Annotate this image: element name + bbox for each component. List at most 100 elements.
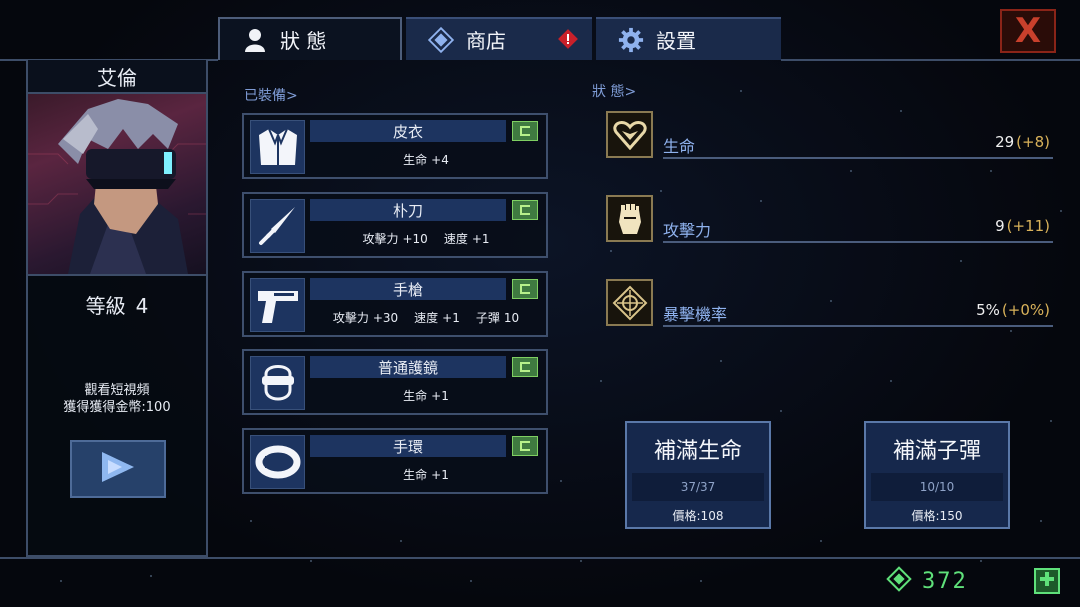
tab-shop-label: 商店 [466,29,506,53]
item-stat: 速度 +1 [444,230,490,247]
gem-icon [886,566,912,596]
status-name: 生命 [663,137,696,156]
refill-health-title: 補滿生命 [653,439,742,464]
item-stat-value: +30 [372,311,399,325]
item-stat: 生命 +4 [403,151,449,168]
item-stats: 生命 +1 [306,387,546,404]
item-stat-label: 攻擊力 [362,232,399,246]
refill-health-count: 37/37 [632,473,764,501]
tab-status-label: 狀 態 [280,29,327,53]
refill-ammo-price: 價格:150 [911,509,963,523]
status-base-value: 9 [995,217,1005,235]
refill-health-price: 價格:108 [672,509,724,523]
status-row-2: 攻擊力 9 (+11) [606,195,1054,245]
item-stat-value: +1 [442,311,460,325]
tab-shop[interactable]: 商店 [406,17,592,60]
diamond-icon [428,26,454,53]
status-name: 攻擊力 [663,221,712,240]
video-reward-text: 觀看短視頻 獲得獲得金幣:100 [28,382,206,416]
character-portrait [28,94,206,276]
person-icon [242,27,268,53]
character-level: 等級 4 [28,290,206,319]
status-value: 29 (+8) [995,133,1050,151]
item-name: 手環 [310,435,506,457]
goggles-icon [250,356,305,410]
status-row-1: 生命 29 (+8) [606,111,1054,161]
item-stat-value: +4 [431,153,449,167]
character-name: 艾倫 [28,60,206,94]
equipped-item-1[interactable]: 皮衣生命 +4 [242,113,548,179]
item-stat-value: +1 [431,389,449,403]
heart-icon [606,111,653,158]
video-reward-line2: 獲得獲得金幣:100 [63,400,171,415]
item-stat: 子彈 10 [476,309,519,326]
pistol-icon [250,278,305,332]
status-divider [663,157,1053,159]
watch-video-button[interactable] [70,440,166,498]
refill-ammo-count: 10/10 [871,473,1003,501]
item-stat: 攻擊力 +10 [362,230,427,247]
status-bonus-value: (+11) [1006,217,1050,235]
alert-diamond-icon [558,29,578,49]
grade-badge-icon [512,436,538,456]
status-divider [663,241,1053,243]
equipped-item-2[interactable]: 朴刀攻擊力 +10 速度 +1 [242,192,548,258]
bracelet-icon [250,435,305,489]
item-stats: 生命 +4 [306,151,546,168]
refill-health-button[interactable]: 補滿生命 37/37 價格:108 [625,421,771,529]
status-value: 5% (+0%) [976,301,1050,319]
item-stat-value: +1 [431,468,449,482]
equipped-item-5[interactable]: 手環生命 +1 [242,428,548,494]
item-stat: 生命 +1 [403,466,449,483]
play-icon [98,450,138,488]
item-name: 皮衣 [310,120,506,142]
item-stat-label: 生命 [403,468,428,482]
item-stat: 速度 +1 [414,309,460,326]
item-stat: 攻擊力 +30 [333,309,398,326]
grade-badge-icon [512,357,538,377]
tab-settings[interactable]: 設置 [596,17,781,60]
video-reward-line1: 觀看短視頻 [84,383,150,398]
refill-ammo-button[interactable]: 補滿子彈 10/10 價格:150 [864,421,1010,529]
status-base-value: 5% [976,301,1000,319]
refill-ammo-title: 補滿子彈 [892,439,981,464]
gear-icon [618,27,644,53]
tab-settings-label: 設置 [656,29,696,53]
item-stat-label: 攻擊力 [332,311,369,325]
status-bonus-value: (+8) [1016,133,1050,151]
close-button[interactable]: X [1000,9,1056,53]
status-name: 暴擊機率 [663,305,728,324]
item-stat-value: +1 [471,232,490,246]
item-stat-label: 生命 [403,389,428,403]
item-stats: 攻擊力 +30 速度 +1 子彈 10 [306,309,546,326]
item-stat-label: 子彈 [475,311,500,325]
equipped-item-3[interactable]: 手槍攻擊力 +30 速度 +1 子彈 10 [242,271,548,337]
item-stats: 生命 +1 [306,466,546,483]
currency-display: 372 [886,566,968,596]
blade-icon [250,199,305,253]
close-icon: X [1014,11,1042,51]
status-title: 狀 態> [592,84,637,100]
item-name: 朴刀 [310,199,506,221]
frame-line-bottom [0,557,1080,559]
jacket-icon [250,120,305,174]
equipped-title: 已裝備> [244,88,298,104]
item-stat-value: +10 [402,232,428,246]
grade-badge-icon [512,200,538,220]
item-stat-value: 10 [503,311,520,325]
equipped-item-4[interactable]: 普通護鏡生命 +1 [242,349,548,415]
tab-status[interactable]: 狀 態 [218,17,402,60]
level-label: 等級 [85,294,126,318]
status-base-value: 29 [995,133,1015,151]
item-name: 手槍 [310,278,506,300]
item-name: 普通護鏡 [310,356,506,378]
item-stat-label: 速度 [414,311,439,325]
plus-icon [1039,571,1055,591]
status-divider [663,325,1053,327]
fist-icon [606,195,653,242]
status-row-3: 暴擊機率 5% (+0%) [606,279,1054,329]
character-panel: 艾倫 等級 4 觀看短視頻 獲得獲得金幣:100 [26,60,208,557]
grade-badge-icon [512,121,538,141]
add-currency-button[interactable] [1034,568,1060,594]
frame-line-top-right [781,59,1080,61]
